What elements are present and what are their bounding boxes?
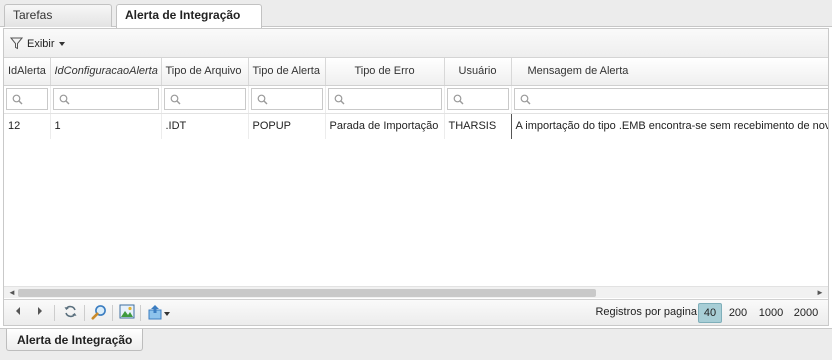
export-menu-button[interactable] <box>145 304 171 322</box>
magnifier-icon <box>91 305 106 320</box>
chevron-down-icon <box>163 312 170 316</box>
cell-idconfiguracaoalerta[interactable]: 1 <box>50 113 162 139</box>
cell-tipo-de-alerta[interactable]: POPUP <box>248 113 326 139</box>
column-header-idconfiguracaoalerta[interactable]: IdConfiguracaoAlerta <box>50 58 162 86</box>
scroll-left-icon[interactable]: ◄ <box>6 287 18 299</box>
page-size-2000[interactable]: 2000 <box>790 303 822 323</box>
column-header-idalerta[interactable]: IdAlerta <box>4 58 51 86</box>
column-header-tipo-de-erro[interactable]: Tipo de Erro <box>325 58 445 86</box>
tab-tarefas-principais[interactable]: Tarefas Principais <box>4 4 112 43</box>
filter-input-tipo-de-arquivo[interactable] <box>163 88 246 110</box>
alert-table: IdAlerta IdConfiguracaoAlerta Tipo de Ar… <box>4 58 828 139</box>
bottom-tab-alerta-de-integracao[interactable]: Alerta de Integração <box>6 329 144 351</box>
chevron-down-icon <box>58 42 65 46</box>
column-header-tipo-de-arquivo[interactable]: Tipo de Arquivo <box>161 58 249 86</box>
refresh-icon <box>64 305 76 318</box>
header-row: IdAlerta IdConfiguracaoAlerta Tipo de Ar… <box>4 58 828 86</box>
records-per-page-label: Registros por pagina: <box>595 306 700 318</box>
cell-usuario[interactable]: THARSIS <box>443 112 512 139</box>
page-size-1000[interactable]: 1000 <box>755 303 787 323</box>
filter-cell <box>4 85 51 114</box>
search-icon <box>170 94 180 105</box>
export-icon <box>148 305 161 320</box>
filter-input-usuario[interactable] <box>446 88 509 110</box>
alert-panel: Exibir IdAlerta IdConfiguracaoAlerta Tip… <box>3 28 829 326</box>
column-header-mensagem-de-alerta[interactable]: Mensagem de Alerta <box>511 58 828 86</box>
toolbar: Exibir <box>4 29 828 58</box>
column-header-usuario[interactable]: Usuário <box>444 58 512 86</box>
page-size-40[interactable]: 40 <box>698 303 722 323</box>
horizontal-scrollbar[interactable]: ◄ ► <box>4 286 828 298</box>
filter-row <box>4 85 828 114</box>
cell-idalerta[interactable]: 12 <box>4 113 51 139</box>
table-row[interactable]: 12 1 .IDT POPUP Parada de Importação THA… <box>4 112 828 139</box>
separator <box>54 305 55 321</box>
filter-cell <box>161 85 249 114</box>
next-page-button[interactable] <box>32 304 48 322</box>
image-icon <box>119 304 135 319</box>
exibir-menu-button[interactable]: Exibir <box>9 36 65 52</box>
exibir-label: Exibir <box>27 38 55 50</box>
column-header-tipo-de-alerta[interactable]: Tipo de Alerta <box>248 58 326 86</box>
separator <box>140 305 141 321</box>
previous-icon <box>16 307 20 315</box>
filter-input-tipo-de-erro[interactable] <box>327 88 442 110</box>
cell-mensagem-de-alerta[interactable]: A importação do tipo .EMB encontra-se se… <box>511 113 828 139</box>
filter-cell <box>444 85 512 114</box>
cell-tipo-de-erro[interactable]: Parada de Importação <box>325 113 445 139</box>
scrollbar-thumb[interactable] <box>18 289 596 297</box>
filter-cell <box>50 85 162 114</box>
search-icon <box>453 94 463 105</box>
filter-icon <box>9 37 24 50</box>
alert-grid: IdAlerta IdConfiguracaoAlerta Tipo de Ar… <box>4 58 828 286</box>
page-size-200[interactable]: 200 <box>725 303 751 323</box>
filter-input-tipo-de-alerta[interactable] <box>250 88 323 110</box>
filter-cell <box>248 85 326 114</box>
search-icon <box>334 94 344 105</box>
cell-tipo-de-arquivo[interactable]: .IDT <box>161 113 249 139</box>
separator <box>84 305 85 321</box>
search-icon <box>520 94 530 105</box>
next-icon <box>38 307 42 315</box>
filter-input-idalerta[interactable] <box>6 88 48 110</box>
tab-strip: Tarefas Principais Alerta de Integração× <box>0 0 832 43</box>
scroll-right-icon[interactable]: ► <box>814 287 826 299</box>
paging-toolbar: Registros por pagina: 40 200 1000 2000 <box>4 299 828 325</box>
bottom-tab-strip: Alerta de Integração <box>0 328 832 360</box>
filter-cell <box>325 85 445 114</box>
refresh-button[interactable] <box>60 304 80 322</box>
filter-cell <box>511 85 828 114</box>
separator <box>112 305 113 321</box>
search-icon <box>59 94 69 105</box>
filter-input-idconfiguracaoalerta[interactable] <box>52 88 159 110</box>
export-image-button[interactable] <box>117 304 137 322</box>
search-icon <box>257 94 267 105</box>
previous-page-button[interactable] <box>10 304 26 322</box>
search-records-button[interactable] <box>89 304 109 322</box>
tab-label: Alerta de Integração <box>125 8 241 22</box>
search-icon <box>12 94 23 105</box>
tab-alerta-de-integracao[interactable]: Alerta de Integração× <box>116 4 262 38</box>
filter-input-mensagem-de-alerta[interactable] <box>513 88 828 110</box>
